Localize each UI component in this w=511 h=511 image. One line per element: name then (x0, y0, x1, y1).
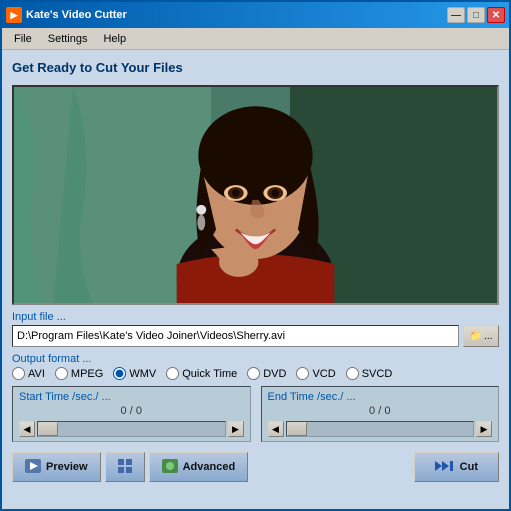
start-time-left-arrow[interactable]: ◀ (19, 421, 35, 437)
input-file-label: Input file ... (12, 311, 499, 323)
browse-button[interactable]: 📁 ... (463, 325, 499, 347)
input-file-row: 📁 ... (12, 325, 499, 347)
window-controls: — □ ✕ (447, 7, 505, 23)
radio-vcd[interactable] (296, 367, 309, 380)
format-dvd[interactable]: DVD (247, 367, 286, 380)
video-preview (12, 85, 499, 305)
start-time-thumb[interactable] (38, 422, 58, 436)
grid-icon (118, 459, 132, 476)
input-file-field[interactable] (12, 325, 459, 347)
format-quicktime[interactable]: Quick Time (166, 367, 237, 380)
format-radio-group: AVI MPEG WMV Quick Time DVD (12, 367, 499, 380)
radio-quicktime[interactable] (166, 367, 179, 380)
format-vcd[interactable]: VCD (296, 367, 335, 380)
preview-icon (25, 459, 41, 476)
end-time-value: 0 / 0 (268, 405, 493, 417)
app-icon: ▶ (6, 7, 22, 23)
advanced-icon (162, 459, 178, 476)
menu-file[interactable]: File (6, 31, 40, 47)
radio-mpeg[interactable] (55, 367, 68, 380)
start-time-section: Start Time /sec./ ... 0 / 0 ◀ ▶ (12, 386, 251, 442)
radio-wmv[interactable] (113, 367, 126, 380)
time-controls: Start Time /sec./ ... 0 / 0 ◀ ▶ End Time… (12, 386, 499, 442)
bottom-bar: Preview (12, 452, 499, 482)
end-time-label: End Time /sec./ ... (268, 391, 493, 403)
folder-icon: 📁 (470, 331, 482, 342)
menu-help[interactable]: Help (95, 31, 134, 47)
output-format-label: Output format ... (12, 353, 499, 365)
advanced-button[interactable]: Advanced (149, 452, 249, 482)
cut-fast-forward-icon (435, 459, 455, 476)
end-time-left-arrow[interactable]: ◀ (268, 421, 284, 437)
start-time-value: 0 / 0 (19, 405, 244, 417)
format-avi[interactable]: AVI (12, 367, 45, 380)
cut-button[interactable]: Cut (414, 452, 499, 482)
window-title: Kate's Video Cutter (26, 9, 447, 21)
end-time-scrollbar: ◀ ▶ (268, 421, 493, 437)
end-time-track[interactable] (286, 421, 475, 437)
close-button[interactable]: ✕ (487, 7, 505, 23)
end-time-thumb[interactable] (287, 422, 307, 436)
main-window: ▶ Kate's Video Cutter — □ ✕ File Setting… (0, 0, 511, 511)
input-file-section: Input file ... 📁 ... (12, 311, 499, 347)
left-buttons: Preview (12, 452, 248, 482)
grid-button[interactable] (105, 452, 145, 482)
preview-button[interactable]: Preview (12, 452, 101, 482)
video-thumbnail (14, 87, 497, 303)
format-svcd[interactable]: SVCD (346, 367, 393, 380)
browse-ellipsis: ... (484, 331, 492, 342)
start-time-track[interactable] (37, 421, 226, 437)
end-time-section: End Time /sec./ ... 0 / 0 ◀ ▶ (261, 386, 500, 442)
maximize-button[interactable]: □ (467, 7, 485, 23)
start-time-label: Start Time /sec./ ... (19, 391, 244, 403)
output-format-section: Output format ... AVI MPEG WMV Quick Tim… (12, 353, 499, 380)
radio-avi[interactable] (12, 367, 25, 380)
title-bar: ▶ Kate's Video Cutter — □ ✕ (2, 2, 509, 28)
menu-settings[interactable]: Settings (40, 31, 96, 47)
main-content: Get Ready to Cut Your Files (2, 50, 509, 509)
radio-svcd[interactable] (346, 367, 359, 380)
menu-bar: File Settings Help (2, 28, 509, 50)
format-wmv[interactable]: WMV (113, 367, 156, 380)
format-mpeg[interactable]: MPEG (55, 367, 103, 380)
end-time-right-arrow[interactable]: ▶ (476, 421, 492, 437)
start-time-right-arrow[interactable]: ▶ (228, 421, 244, 437)
radio-dvd[interactable] (247, 367, 260, 380)
minimize-button[interactable]: — (447, 7, 465, 23)
page-title: Get Ready to Cut Your Files (12, 60, 499, 75)
start-time-scrollbar: ◀ ▶ (19, 421, 244, 437)
